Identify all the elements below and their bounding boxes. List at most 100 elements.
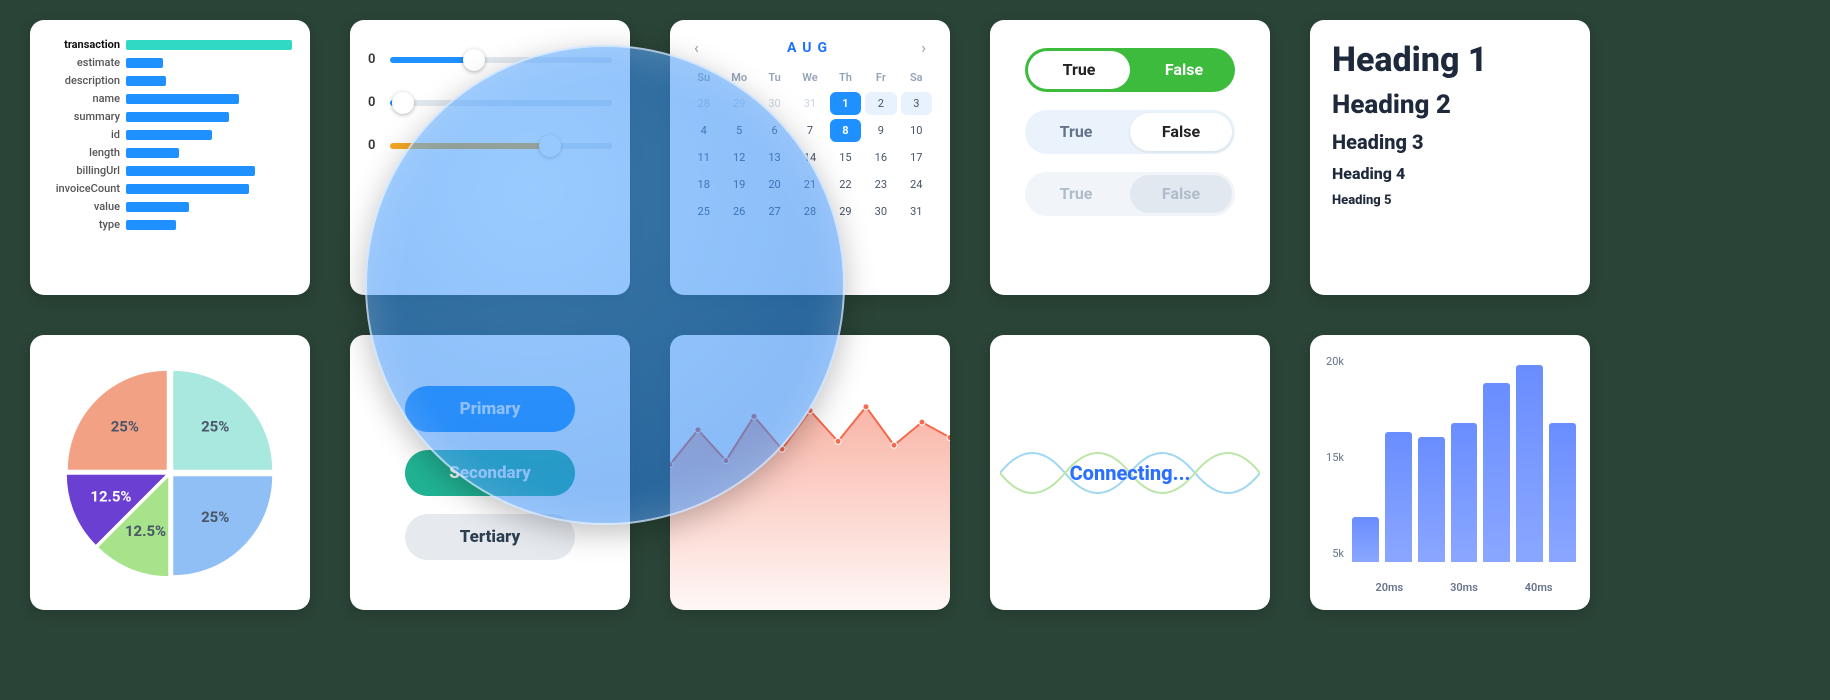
buttons-card: Primary Secondary Tertiary <box>350 335 630 610</box>
toggle-option[interactable]: True <box>1025 110 1127 154</box>
hbar-fill <box>126 220 176 230</box>
slider-thumb[interactable] <box>392 92 414 114</box>
calendar-day[interactable]: 23 <box>865 173 896 196</box>
calendar-day[interactable]: 21 <box>794 173 825 196</box>
slider-track[interactable] <box>390 143 612 149</box>
calendar-prev-icon[interactable]: ‹ <box>694 38 699 57</box>
toggle[interactable]: TrueFalse <box>1025 48 1235 92</box>
calendar-day[interactable]: 25 <box>688 200 719 223</box>
calendar-day[interactable]: 18 <box>688 173 719 196</box>
calendar-day[interactable]: 20 <box>759 173 790 196</box>
slider-track[interactable] <box>390 57 612 63</box>
toggle-option[interactable]: False <box>1130 113 1232 151</box>
hbar-label: estimate <box>48 56 126 69</box>
slider-min-label: 0 <box>368 138 378 153</box>
slider[interactable]: 0 <box>368 52 612 67</box>
hbar-fill <box>126 148 179 158</box>
slider-min-label: 0 <box>368 52 378 67</box>
calendar-day[interactable]: 31 <box>794 92 825 115</box>
calendar-day[interactable]: 2 <box>865 92 896 115</box>
calendar-day[interactable]: 9 <box>865 119 896 142</box>
bar <box>1483 383 1510 562</box>
calendar-next-icon[interactable]: › <box>921 38 926 57</box>
calendar-day[interactable]: 24 <box>901 173 932 196</box>
bar-ytick: 20k <box>1316 355 1344 368</box>
calendar-day[interactable]: 10 <box>901 119 932 142</box>
slider-thumb[interactable] <box>539 135 561 157</box>
calendar-dow: Mo <box>723 67 754 88</box>
calendar-dow: Sa <box>901 67 932 88</box>
calendar-day[interactable]: 7 <box>794 119 825 142</box>
calendar-day[interactable]: 12 <box>723 146 754 169</box>
primary-button[interactable]: Primary <box>405 386 575 432</box>
slider-thumb[interactable] <box>463 49 485 71</box>
hbar-label: value <box>48 200 126 213</box>
hbar-row: transaction <box>48 38 292 51</box>
connecting-card: Connecting... <box>990 335 1270 610</box>
calendar-day[interactable]: 28 <box>688 92 719 115</box>
calendar-day[interactable]: 13 <box>759 146 790 169</box>
calendar-dow: Th <box>830 67 861 88</box>
calendar-day[interactable]: 30 <box>865 200 896 223</box>
secondary-button[interactable]: Secondary <box>405 450 575 496</box>
calendar-day[interactable]: 30 <box>759 92 790 115</box>
calendar-day[interactable]: 27 <box>759 200 790 223</box>
calendar-day[interactable]: 8 <box>830 119 861 142</box>
bar-xtick: 20ms <box>1375 581 1403 594</box>
toggle-option[interactable]: True <box>1025 172 1127 216</box>
calendar-day[interactable]: 11 <box>688 146 719 169</box>
calendar-day[interactable]: 4 <box>688 119 719 142</box>
heading-5: Heading 5 <box>1332 193 1568 208</box>
hbar-row: type <box>48 218 292 231</box>
calendar-day[interactable]: 17 <box>901 146 932 169</box>
slider[interactable]: 0 <box>368 138 612 153</box>
bar <box>1418 437 1445 562</box>
pie-chart: 25%25%12.5%12.5%25% <box>55 358 285 588</box>
bar-chart-card: 20k15k5k 20ms30ms40ms <box>1310 335 1590 610</box>
heading-2: Heading 2 <box>1332 90 1568 120</box>
calendar-dow: We <box>794 67 825 88</box>
toggle-option[interactable]: False <box>1133 48 1235 92</box>
calendar-day[interactable]: 26 <box>723 200 754 223</box>
hbar-row: invoiceCount <box>48 182 292 195</box>
calendar-day[interactable]: 6 <box>759 119 790 142</box>
hbar-row: id <box>48 128 292 141</box>
calendar-day[interactable]: 29 <box>723 92 754 115</box>
calendar-day[interactable]: 16 <box>865 146 896 169</box>
calendar-day[interactable]: 1 <box>830 92 861 115</box>
calendar-day[interactable]: 5 <box>723 119 754 142</box>
area-chart-card <box>670 335 950 610</box>
bar <box>1549 423 1576 562</box>
hbar-label: invoiceCount <box>48 182 126 195</box>
calendar-day[interactable]: 31 <box>901 200 932 223</box>
calendar-day[interactable]: 14 <box>794 146 825 169</box>
hbar-fill <box>126 40 292 50</box>
bar-area <box>1352 347 1576 562</box>
tertiary-button[interactable]: Tertiary <box>405 514 575 560</box>
hbar-label: length <box>48 146 126 159</box>
slider[interactable]: 0 <box>368 95 612 110</box>
calendar-day[interactable]: 28 <box>794 200 825 223</box>
pie-label: 25% <box>111 417 139 435</box>
toggle-option[interactable]: True <box>1028 51 1130 89</box>
bar <box>1385 432 1412 562</box>
hbar-fill <box>126 184 249 194</box>
toggle-option[interactable]: False <box>1130 175 1232 213</box>
toggle[interactable]: TrueFalse <box>1025 110 1235 154</box>
hbar-fill <box>126 112 229 122</box>
bar-ytick: 15k <box>1316 451 1344 464</box>
calendar-dow: Tu <box>759 67 790 88</box>
hbar-label: transaction <box>48 38 126 51</box>
calendar-day[interactable]: 3 <box>901 92 932 115</box>
calendar-day[interactable]: 22 <box>830 173 861 196</box>
typography-card: Heading 1 Heading 2 Heading 3 Heading 4 … <box>1310 20 1590 295</box>
pie-label: 25% <box>201 508 229 526</box>
bar-x-axis: 20ms30ms40ms <box>1352 581 1576 594</box>
toggle[interactable]: TrueFalse <box>1025 172 1235 216</box>
calendar-day[interactable]: 15 <box>830 146 861 169</box>
calendar-day[interactable]: 29 <box>830 200 861 223</box>
hbar-row: estimate <box>48 56 292 69</box>
bar-xtick: 30ms <box>1450 581 1478 594</box>
slider-track[interactable] <box>390 100 612 106</box>
calendar-day[interactable]: 19 <box>723 173 754 196</box>
